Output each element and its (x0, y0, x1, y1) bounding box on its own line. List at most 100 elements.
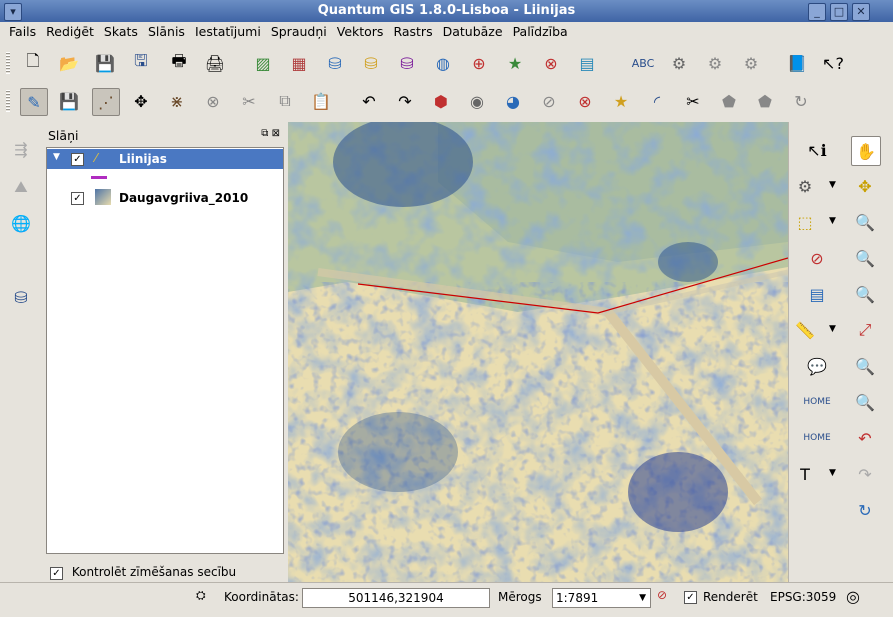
layer-row-liinijas[interactable]: ▼ ✓ ⁄ Liinijas (47, 149, 283, 169)
actions-icon[interactable]: ⚙ (791, 172, 819, 200)
menu-layer[interactable]: Slānis (143, 22, 190, 42)
map-canvas[interactable] (288, 122, 788, 582)
close-icon[interactable]: ✕ (852, 3, 870, 21)
attribute-table-icon[interactable]: ▤ (803, 280, 831, 308)
chevron-down-icon[interactable]: ▼ (829, 468, 836, 478)
chevron-down-icon[interactable]: ▼ (829, 216, 836, 226)
zoom-actual-size-icon[interactable]: 🔍 (851, 280, 879, 308)
reshape-features-icon[interactable]: ★ (608, 88, 634, 114)
zoom-full-icon[interactable]: ⤢ (851, 316, 879, 344)
whats-this-icon[interactable]: ↖? (820, 50, 846, 76)
add-ring-icon[interactable]: ◉ (464, 88, 490, 114)
menu-plugins[interactable]: Spraudņi (266, 22, 332, 42)
zoom-next-icon[interactable]: ↷ (851, 460, 879, 488)
new-bookmark-icon[interactable]: HOME (803, 388, 831, 416)
float-panel-icon[interactable]: ⧉ (261, 128, 268, 139)
menu-database[interactable]: Datubāze (438, 22, 508, 42)
histogram-icon[interactable]: ⛰ (8, 174, 34, 200)
add-mssql-layer-icon[interactable]: ⛁ (394, 50, 420, 76)
pan-map-icon[interactable]: ✋ (851, 136, 881, 166)
show-bookmarks-icon[interactable]: HOME (803, 424, 831, 452)
pan-to-selected-icon[interactable]: ⇶ (8, 136, 34, 162)
paste-features-icon[interactable]: 📋 (308, 88, 334, 114)
add-wfs-layer-icon[interactable]: ⊕ (466, 50, 492, 76)
add-part-icon[interactable]: ◕ (500, 88, 526, 114)
move-feature-icon[interactable]: ✥ (128, 88, 154, 114)
rotate-point-symbols-icon[interactable]: ↻ (788, 88, 814, 114)
cut-features-icon[interactable]: ✂ (236, 88, 262, 114)
globe-icon[interactable]: 🌐 (8, 210, 34, 236)
refresh-icon[interactable]: ↻ (851, 496, 879, 524)
simplify-feature-icon[interactable]: ⬢ (428, 88, 454, 114)
delete-ring-icon[interactable]: ⊘ (536, 88, 562, 114)
add-raster-layer-icon[interactable]: ▦ (286, 50, 312, 76)
offset-curve-icon[interactable]: ◜ (644, 88, 670, 114)
menu-edit[interactable]: Rediģēt (41, 22, 99, 42)
delete-part-icon[interactable]: ⊗ (572, 88, 598, 114)
draw-order-control[interactable]: ✓ Kontrolēt zīmēšanas secību (50, 565, 236, 580)
toolbar-grip[interactable] (6, 52, 10, 74)
help-contents-icon[interactable]: 📘 (784, 50, 810, 76)
chevron-down-icon[interactable]: ▼ (639, 589, 646, 607)
node-tool-icon[interactable]: ⋇ (164, 88, 190, 114)
menu-view[interactable]: Skats (99, 22, 143, 42)
crs-label[interactable]: EPSG:3059 (770, 590, 836, 604)
menu-vector[interactable]: Vektors (332, 22, 389, 42)
copy-features-icon[interactable]: ⧉ (272, 88, 298, 114)
add-vector-layer-icon[interactable]: ▨ (250, 50, 276, 76)
toggle-editing-icon[interactable]: ✎ (20, 88, 48, 116)
text-annotation-icon[interactable]: T (791, 460, 819, 488)
measure-line-icon[interactable]: 📏 (791, 316, 819, 344)
stop-render-icon[interactable]: ⊘ (657, 588, 667, 602)
zoom-out-icon[interactable]: 🔍 (851, 244, 879, 272)
coordinates-field[interactable]: 501146,321904 (302, 588, 490, 608)
maximize-icon[interactable]: □ (830, 3, 848, 21)
merge-features-icon[interactable]: ⬟ (716, 88, 742, 114)
merge-attributes-icon[interactable]: ⬟ (752, 88, 778, 114)
chevron-down-icon[interactable]: ▼ (829, 180, 836, 190)
toolbar-grip[interactable] (6, 90, 10, 112)
plugin-tool-icon[interactable]: ⚙ (666, 50, 692, 76)
zoom-to-layer-icon[interactable]: 🔍 (851, 388, 879, 416)
chevron-down-icon[interactable]: ▼ (829, 324, 836, 334)
zoom-to-selection-icon[interactable]: 🔍 (851, 352, 879, 380)
identify-icon[interactable]: ↖ℹ (803, 136, 831, 164)
undo-icon[interactable]: ↶ (356, 88, 382, 114)
add-wms-layer-icon[interactable]: ◍ (430, 50, 456, 76)
render-checkbox[interactable]: ✓ (684, 591, 697, 604)
menu-help[interactable]: Palīdzība (508, 22, 573, 42)
zoom-in-icon[interactable]: 🔍 (851, 208, 879, 236)
layer-tree[interactable]: ▼ ✓ ⁄ Liinijas ✓ Daugavgriiva_2010 (46, 147, 284, 554)
toggle-extents-icon[interactable]: ⛭ (196, 588, 206, 603)
open-project-icon[interactable]: 📂 (56, 50, 82, 76)
save-project-icon[interactable]: 💾 (92, 50, 118, 76)
layer-row-daugavgriiva[interactable]: ✓ Daugavgriiva_2010 (47, 188, 283, 208)
new-print-composer-icon[interactable]: 🖶 (166, 50, 192, 76)
plugin-manager-icon[interactable]: ⚙ (702, 50, 728, 76)
split-features-icon[interactable]: ✂ (680, 88, 706, 114)
add-feature-icon[interactable]: ⋰ (92, 88, 120, 116)
zoom-last-icon[interactable]: ↶ (851, 424, 879, 452)
save-edits-icon[interactable]: 💾 (56, 88, 82, 114)
layer-visibility-checkbox[interactable]: ✓ (71, 192, 84, 205)
menu-raster[interactable]: Rastrs (388, 22, 437, 42)
collapse-arrow-icon[interactable]: ▼ (53, 152, 60, 162)
print-icon[interactable]: 🖨 (202, 50, 228, 76)
database-icon[interactable]: ⛁ (8, 284, 34, 310)
add-delimited-text-icon[interactable]: ▤ (574, 50, 600, 76)
new-shapefile-icon[interactable]: ★ (502, 50, 528, 76)
new-project-icon[interactable]: 🗋 (20, 50, 46, 76)
map-tips-icon[interactable]: 💬 (803, 352, 831, 380)
save-as-icon[interactable]: 🖫 (128, 50, 154, 76)
add-spatialite-layer-icon[interactable]: ⛁ (358, 50, 384, 76)
redo-icon[interactable]: ↷ (392, 88, 418, 114)
delete-selected-icon[interactable]: ⊗ (200, 88, 226, 114)
select-features-icon[interactable]: ⬚ (791, 208, 819, 236)
remove-layer-icon[interactable]: ⊗ (538, 50, 564, 76)
pan-to-selection-icon[interactable]: ✥ (851, 172, 879, 200)
deselect-icon[interactable]: ⊘ (803, 244, 831, 272)
spell-check-icon[interactable]: ABC (630, 50, 656, 76)
minimize-icon[interactable]: _ (808, 3, 826, 21)
scale-combobox[interactable]: 1:7891 ▼ (552, 588, 651, 608)
menu-file[interactable]: Fails (4, 22, 41, 42)
